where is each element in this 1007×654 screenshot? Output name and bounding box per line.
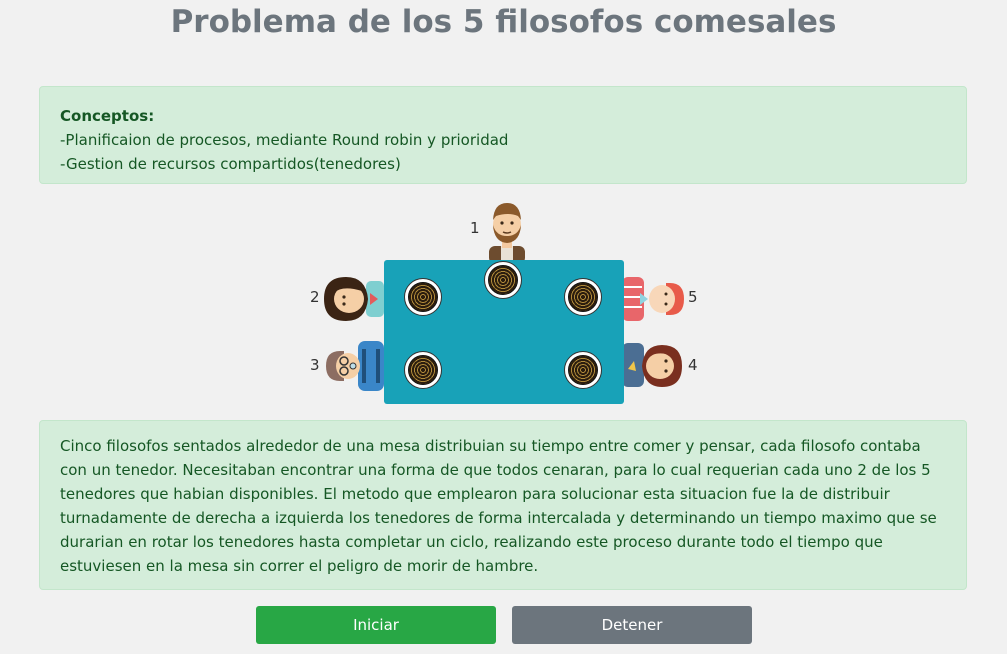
concept-item: -Gestion de recursos compartidos(tenedor… [60, 155, 401, 173]
plate-2 [404, 278, 442, 316]
philosopher-number-1: 1 [470, 219, 480, 237]
plate-5 [564, 278, 602, 316]
dining-table [384, 260, 624, 404]
plate-1 [484, 261, 522, 299]
dining-scene: 1 2 3 4 5 [300, 195, 710, 410]
plate-3 [404, 351, 442, 389]
plate-4 [564, 351, 602, 389]
philosopher-bearded-man-icon [489, 203, 525, 262]
concepts-panel: Conceptos: -Planificaion de procesos, me… [39, 86, 967, 184]
description-panel: Cinco filosofos sentados alrededor de un… [39, 420, 967, 590]
page-title: Problema de los 5 filosofos comesales [170, 4, 837, 40]
philosopher-brown-hair-woman-icon [622, 343, 682, 387]
philosopher-red-hair-man-icon [622, 277, 684, 321]
philosopher-glasses-man-icon [326, 341, 384, 391]
action-buttons: Iniciar Detener [0, 606, 1007, 644]
philosopher-number-5: 5 [688, 288, 698, 306]
start-button[interactable]: Iniciar [256, 606, 496, 644]
philosopher-number-2: 2 [310, 288, 320, 306]
philosopher-number-3: 3 [310, 356, 320, 374]
concepts-heading: Conceptos: [60, 107, 155, 125]
description-text: Cinco filosofos sentados alrededor de un… [60, 437, 937, 575]
stop-button[interactable]: Detener [512, 606, 752, 644]
concept-item: -Planificaion de procesos, mediante Roun… [60, 131, 509, 149]
philosopher-long-hair-woman-icon [324, 277, 384, 321]
philosopher-number-4: 4 [688, 356, 698, 374]
